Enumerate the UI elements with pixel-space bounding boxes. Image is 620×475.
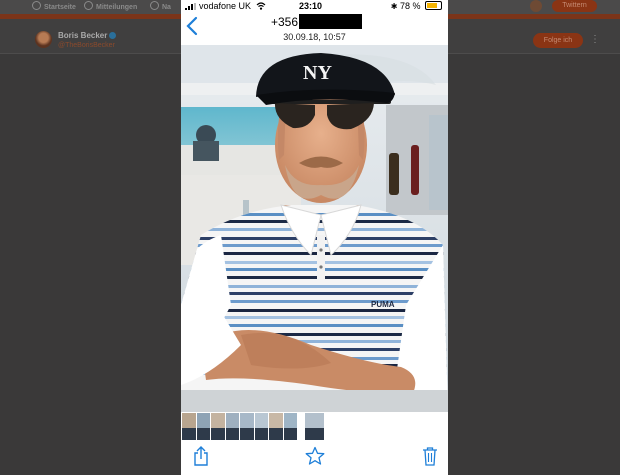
thumbnail-strip (181, 413, 448, 440)
ny-logo: NY (303, 62, 332, 84)
photo-thumbnail[interactable] (225, 413, 239, 440)
bluetooth-icon: ✱ (390, 2, 398, 11)
tweet-button[interactable]: Twittern (552, 0, 597, 12)
nav-home[interactable]: Startseite (32, 1, 76, 11)
photo-thumbnail[interactable] (269, 413, 283, 440)
nav-messages[interactable]: Na (150, 1, 171, 11)
main-photo[interactable]: NY PUMA (181, 45, 448, 412)
photo-thumbnail[interactable] (211, 413, 225, 440)
signal-icon (185, 3, 197, 10)
profile-handle: @TheBorisBecker (58, 42, 115, 49)
photo-thumbnail[interactable] (254, 413, 268, 440)
follow-button[interactable]: Folge ich (533, 33, 583, 48)
battery-percent: 78 % (399, 1, 421, 11)
photo-thumbnail[interactable] (305, 413, 324, 440)
puma-logo: PUMA (371, 300, 395, 309)
mail-icon (150, 1, 159, 10)
nav-notifications[interactable]: Mitteilungen (84, 1, 137, 11)
status-bar: vodafone UK 23:10 ✱ 78 % (181, 0, 448, 13)
user-avatar[interactable] (530, 0, 542, 12)
clock: 23:10 (299, 1, 323, 11)
photo-thumbnail[interactable] (283, 413, 297, 440)
carrier-label: vodafone UK (199, 1, 252, 11)
photo-thumbnail[interactable] (240, 413, 254, 440)
photo-thumbnail[interactable] (182, 413, 196, 440)
battery-icon (425, 1, 442, 10)
bell-icon (84, 1, 93, 10)
verified-icon (109, 32, 117, 39)
contact-number: +356 (271, 15, 299, 29)
star-icon[interactable] (305, 446, 325, 466)
profile-avatar[interactable] (35, 31, 52, 48)
message-timestamp: 30.09.18, 10:57 (283, 32, 346, 42)
share-icon[interactable] (193, 446, 209, 466)
bottom-toolbar (181, 440, 448, 475)
more-icon[interactable]: ⋮ (590, 34, 600, 45)
photo-thumbnail[interactable] (196, 413, 210, 440)
wifi-icon (256, 2, 265, 10)
profile-name[interactable]: Boris Becker (58, 31, 117, 40)
phone-screenshot: vodafone UK 23:10 ✱ 78 % +356 30.09.18, … (181, 0, 448, 475)
home-icon (32, 1, 41, 10)
redaction-bar (299, 14, 362, 29)
trash-icon[interactable] (422, 446, 438, 466)
message-header: +356 30.09.18, 10:57 (181, 13, 448, 45)
